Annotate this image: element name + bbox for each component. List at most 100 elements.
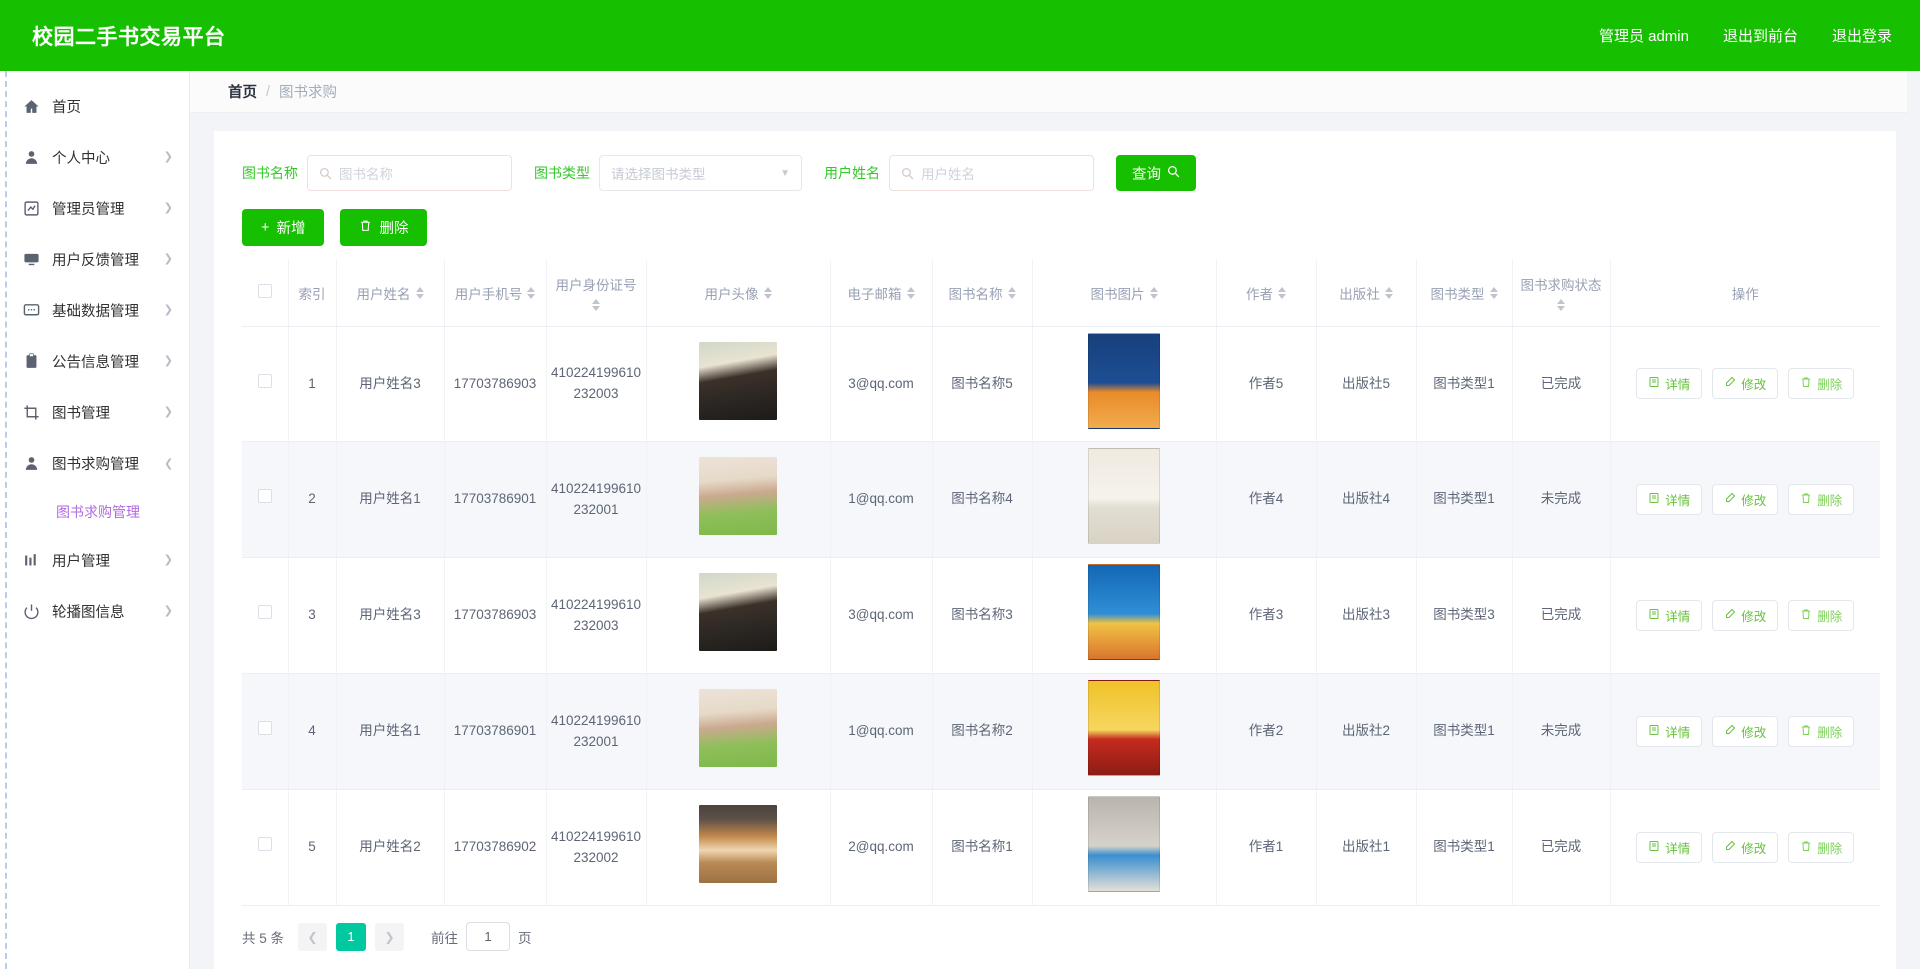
delete-button-label: 删除 xyxy=(1817,726,1843,741)
table-header-bookname[interactable]: 图书名称 xyxy=(932,260,1033,327)
delete-button[interactable]: 删除 xyxy=(1788,716,1855,748)
chevron-down-icon: ❯ xyxy=(163,605,173,617)
sort-toggle-icon[interactable] xyxy=(415,286,424,299)
row-select-checkbox[interactable] xyxy=(257,721,272,736)
detail-button[interactable]: 详情 xyxy=(1636,716,1703,748)
sort-toggle-icon[interactable] xyxy=(763,286,772,299)
sidebar-item-book-request-management[interactable]: 图书求购管理 ❯ xyxy=(0,438,189,489)
edit-button[interactable]: 修改 xyxy=(1712,484,1779,516)
sidebar-item-home[interactable]: 首页 xyxy=(0,81,189,132)
sort-toggle-icon[interactable] xyxy=(906,286,915,299)
table-header-phone[interactable]: 用户手机号 xyxy=(444,260,547,327)
page-number-1[interactable]: 1 xyxy=(336,922,367,951)
table-cell-booktype: 图书类型3 xyxy=(1416,557,1513,675)
row-select-checkbox[interactable] xyxy=(257,605,272,620)
batch-delete-button[interactable]: 删除 xyxy=(340,209,428,246)
table-header-label: 用户身份证号 xyxy=(555,278,637,294)
logout-link[interactable]: 退出登录 xyxy=(1832,25,1892,46)
sidebar-subitem-book-request-management[interactable]: 图书求购管理 xyxy=(0,489,189,535)
sidebar-item-carousel-info[interactable]: 轮播图信息 ❯ xyxy=(0,586,189,637)
sort-toggle-icon[interactable] xyxy=(1007,286,1016,299)
sidebar-item-label: 用户反馈管理 xyxy=(52,253,139,269)
delete-button[interactable]: 删除 xyxy=(1788,600,1855,632)
sort-toggle-icon[interactable] xyxy=(527,286,536,299)
sort-toggle-icon[interactable] xyxy=(1384,286,1393,299)
sidebar-item-book-management[interactable]: 图书管理 ❯ xyxy=(0,387,189,438)
table-cell-bookimg xyxy=(1032,789,1217,907)
jump-page-input[interactable] xyxy=(466,922,511,952)
sidebar-item-user-feedback[interactable]: 用户反馈管理 ❯ xyxy=(0,234,189,285)
table-cell-idcard: 410224199610232003 xyxy=(546,326,647,443)
table-header-bookimg[interactable]: 图书图片 xyxy=(1032,260,1217,327)
query-button[interactable]: 查询 xyxy=(1116,155,1196,191)
chevron-down-icon: ❯ xyxy=(163,554,173,566)
book-name-input[interactable]: 图书名称 xyxy=(307,155,512,191)
breadcrumb-home[interactable]: 首页 xyxy=(228,81,257,102)
next-page-button[interactable]: ❯ xyxy=(375,922,405,951)
detail-button[interactable]: 详情 xyxy=(1636,368,1703,400)
table-header-username[interactable]: 用户姓名 xyxy=(336,260,445,327)
add-button[interactable]: + 新增 xyxy=(242,209,325,246)
table-header-status[interactable]: 图书求购状态 xyxy=(1512,260,1611,327)
sidebar-item-personal-center[interactable]: 个人中心 ❯ xyxy=(0,132,189,183)
sidebar-item-basic-data[interactable]: 基础数据管理 ❯ xyxy=(0,285,189,336)
user-name-input[interactable]: 用户姓名 xyxy=(889,155,1094,191)
edit-button[interactable]: 修改 xyxy=(1712,600,1779,632)
edit-button[interactable]: 修改 xyxy=(1712,716,1779,748)
table-header-booktype[interactable]: 图书类型 xyxy=(1416,260,1513,327)
select-all-checkbox[interactable] xyxy=(257,284,272,299)
admin-user-label[interactable]: 管理员 admin xyxy=(1599,25,1689,46)
book-type-select[interactable]: 请选择图书类型 ▼ xyxy=(599,155,802,191)
pagination: 共 5 条 ❮ 1 ❯ 前往 页 xyxy=(226,906,1884,967)
detail-button[interactable]: 详情 xyxy=(1636,484,1703,516)
sort-toggle-icon[interactable] xyxy=(1557,299,1565,312)
detail-button-label: 详情 xyxy=(1665,842,1691,857)
sidebar-item-user-management[interactable]: 用户管理 ❯ xyxy=(0,535,189,586)
table-header-label: 图书类型 xyxy=(1430,286,1485,302)
edit-button-label: 修改 xyxy=(1741,494,1767,509)
detail-button[interactable]: 详情 xyxy=(1636,600,1703,632)
prev-page-button[interactable]: ❮ xyxy=(298,922,328,951)
filter-bar: 图书名称 图书名称 图书类型 请选择图书类型 ▼ 用户姓名 用户姓名 查询 xyxy=(226,147,1884,191)
table-header-row: 索引 用户姓名 用户手机号 用户身份证号 用户头像 电子邮箱 图书名称 图书图片 作者 出版社 图书… xyxy=(242,260,1880,327)
table-cell-idcard: 410224199610232001 xyxy=(546,673,647,791)
sort-toggle-icon[interactable] xyxy=(1278,286,1286,299)
table-header-author[interactable]: 作者 xyxy=(1216,260,1317,327)
table-cell-email: 3@qq.com xyxy=(830,557,933,675)
row-select-checkbox[interactable] xyxy=(257,489,272,504)
exit-to-frontend-link[interactable]: 退出到前台 xyxy=(1723,25,1798,46)
table-header-email[interactable]: 电子邮箱 xyxy=(830,260,933,327)
page-scrollbar[interactable] xyxy=(1907,71,1920,969)
delete-button[interactable]: 删除 xyxy=(1788,368,1855,400)
sort-toggle-icon[interactable] xyxy=(1149,286,1158,299)
detail-button[interactable]: 详情 xyxy=(1636,832,1703,864)
edit-button[interactable]: 修改 xyxy=(1712,368,1779,400)
edit-button[interactable]: 修改 xyxy=(1712,832,1779,864)
table-cell-index: 5 xyxy=(288,789,337,907)
table-header-press[interactable]: 出版社 xyxy=(1316,260,1417,327)
book-name-label: 图书名称 xyxy=(242,165,298,181)
breadcrumb: 首页 / 图书求购 xyxy=(190,71,1920,113)
table-header-idcard[interactable]: 用户身份证号 xyxy=(546,260,647,327)
delete-button[interactable]: 删除 xyxy=(1788,832,1855,864)
book-cover-image xyxy=(1088,796,1160,893)
table-cell-ops: 详情 修改 删除 xyxy=(1610,557,1880,675)
delete-button-label: 删除 xyxy=(1817,610,1843,625)
table-header-label: 作者 xyxy=(1246,286,1273,302)
delete-button[interactable]: 删除 xyxy=(1788,484,1855,516)
sidebar-item-admin-management[interactable]: 管理员管理 ❯ xyxy=(0,183,189,234)
table-cell-booktype: 图书类型1 xyxy=(1416,441,1513,559)
table-cell-bookname: 图书名称3 xyxy=(932,557,1033,675)
row-select-checkbox[interactable] xyxy=(257,373,272,388)
table-row: 4 用户姓名1 17703786901 410224199610232001 1@qq.… xyxy=(242,673,1880,791)
sort-toggle-icon[interactable] xyxy=(1489,286,1498,299)
row-select-checkbox[interactable] xyxy=(257,837,272,852)
sort-toggle-icon[interactable] xyxy=(592,299,600,312)
sidebar-item-announcement[interactable]: 公告信息管理 ❯ xyxy=(0,336,189,387)
book-cover-image xyxy=(1088,680,1160,777)
table-cell-booktype: 图书类型1 xyxy=(1416,673,1513,791)
table-header-avatar[interactable]: 用户头像 xyxy=(646,260,831,327)
jump-to-page: 前往 页 xyxy=(431,922,532,952)
sidebar-item-label: 轮播图信息 xyxy=(52,605,125,621)
table-cell-bookimg xyxy=(1032,441,1217,559)
